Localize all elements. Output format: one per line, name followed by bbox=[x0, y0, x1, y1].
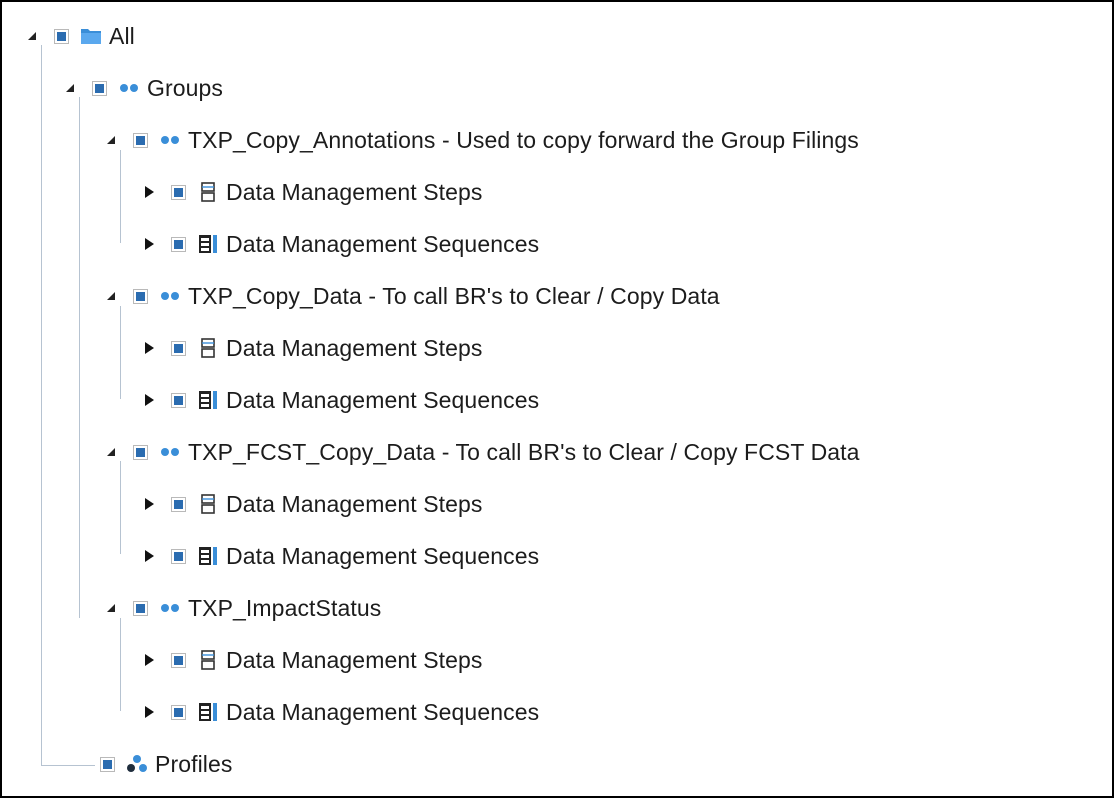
collapsed-toggle-icon[interactable] bbox=[141, 548, 157, 564]
tree-node-steps[interactable]: Data Management Steps bbox=[141, 634, 483, 686]
expand-toggle-icon[interactable] bbox=[103, 444, 119, 460]
tree-node-groups[interactable]: Groups bbox=[62, 62, 223, 114]
tree-node-steps[interactable]: Data Management Steps bbox=[141, 322, 483, 374]
expand-toggle-icon[interactable] bbox=[103, 288, 119, 304]
checkbox[interactable] bbox=[54, 28, 69, 44]
group-icon bbox=[158, 440, 182, 464]
tree-node-label: Data Management Steps bbox=[226, 178, 483, 205]
collapsed-toggle-icon[interactable] bbox=[141, 704, 157, 720]
checkbox[interactable] bbox=[171, 548, 186, 564]
group-icon bbox=[158, 596, 182, 620]
profiles-icon bbox=[125, 752, 149, 776]
tree-node-sequences[interactable]: Data Management Sequences bbox=[141, 218, 539, 270]
checkbox[interactable] bbox=[171, 496, 186, 512]
collapsed-toggle-icon[interactable] bbox=[141, 236, 157, 252]
tree-node-label: TXP_FCST_Copy_Data - To call BR's to Cle… bbox=[188, 438, 860, 465]
collapsed-toggle-icon[interactable] bbox=[141, 184, 157, 200]
checkbox[interactable] bbox=[171, 652, 186, 668]
expand-toggle-icon[interactable] bbox=[62, 80, 78, 96]
checkbox[interactable] bbox=[171, 340, 186, 356]
tree-node-label: All bbox=[109, 22, 135, 49]
data-management-tree: All Groups TXP_Copy_Annotations - Used t… bbox=[2, 2, 1112, 796]
tree-node-label: Data Management Sequences bbox=[226, 542, 540, 569]
collapsed-toggle-icon[interactable] bbox=[141, 392, 157, 408]
tree-line bbox=[79, 97, 80, 618]
sequence-icon bbox=[196, 544, 220, 568]
collapsed-toggle-icon[interactable] bbox=[141, 340, 157, 356]
tree-node-group[interactable]: TXP_Copy_Data - To call BR's to Clear / … bbox=[103, 270, 720, 322]
expand-toggle-icon[interactable] bbox=[103, 132, 119, 148]
checkbox[interactable] bbox=[133, 132, 148, 148]
group-icon bbox=[158, 128, 182, 152]
tree-node-label: TXP_Copy_Data - To call BR's to Clear / … bbox=[188, 282, 720, 309]
group-icon bbox=[117, 76, 141, 100]
tree-node-steps[interactable]: Data Management Steps bbox=[141, 478, 483, 530]
collapsed-toggle-icon[interactable] bbox=[141, 496, 157, 512]
checkbox[interactable] bbox=[133, 600, 148, 616]
tree-node-sequences[interactable]: Data Management Sequences bbox=[141, 530, 539, 582]
checkbox[interactable] bbox=[100, 756, 115, 772]
checkbox[interactable] bbox=[133, 444, 148, 460]
expand-toggle-icon[interactable] bbox=[24, 28, 40, 44]
expand-toggle-icon[interactable] bbox=[103, 600, 119, 616]
tree-node-group[interactable]: TXP_Copy_Annotations - Used to copy forw… bbox=[103, 114, 859, 166]
tree-line bbox=[41, 45, 42, 765]
tree-node-label: TXP_Copy_Annotations - Used to copy forw… bbox=[188, 126, 859, 153]
tree-node-sequences[interactable]: Data Management Sequences bbox=[141, 374, 539, 426]
checkbox[interactable] bbox=[133, 288, 148, 304]
step-icon bbox=[196, 180, 220, 204]
tree-node-label: Data Management Sequences bbox=[226, 386, 540, 413]
tree-node-group[interactable]: TXP_ImpactStatus bbox=[103, 582, 381, 634]
group-icon bbox=[158, 284, 182, 308]
sequence-icon bbox=[196, 232, 220, 256]
tree-node-label: Data Management Steps bbox=[226, 490, 483, 517]
tree-node-all[interactable]: All bbox=[24, 10, 135, 62]
checkbox[interactable] bbox=[92, 80, 107, 96]
tree-node-label: Groups bbox=[147, 74, 224, 101]
tree-node-label: Profiles bbox=[155, 750, 233, 777]
checkbox[interactable] bbox=[171, 392, 186, 408]
tree-node-label: TXP_ImpactStatus bbox=[188, 594, 382, 621]
checkbox[interactable] bbox=[171, 704, 186, 720]
step-icon bbox=[196, 336, 220, 360]
tree-node-steps[interactable]: Data Management Steps bbox=[141, 166, 483, 218]
collapsed-toggle-icon[interactable] bbox=[141, 652, 157, 668]
tree-node-label: Data Management Steps bbox=[226, 646, 483, 673]
tree-node-label: Data Management Sequences bbox=[226, 230, 540, 257]
tree-panel: All Groups TXP_Copy_Annotations - Used t… bbox=[0, 0, 1114, 798]
checkbox[interactable] bbox=[171, 184, 186, 200]
tree-node-label: Data Management Steps bbox=[226, 334, 483, 361]
sequence-icon bbox=[196, 700, 220, 724]
tree-node-group[interactable]: TXP_FCST_Copy_Data - To call BR's to Cle… bbox=[103, 426, 860, 478]
tree-node-sequences[interactable]: Data Management Sequences bbox=[141, 686, 539, 738]
tree-node-label: Data Management Sequences bbox=[226, 698, 540, 725]
checkbox[interactable] bbox=[171, 236, 186, 252]
sequence-icon bbox=[196, 388, 220, 412]
tree-node-profiles[interactable]: Profiles bbox=[78, 738, 233, 790]
folder-icon bbox=[79, 24, 103, 48]
step-icon bbox=[196, 648, 220, 672]
step-icon bbox=[196, 492, 220, 516]
